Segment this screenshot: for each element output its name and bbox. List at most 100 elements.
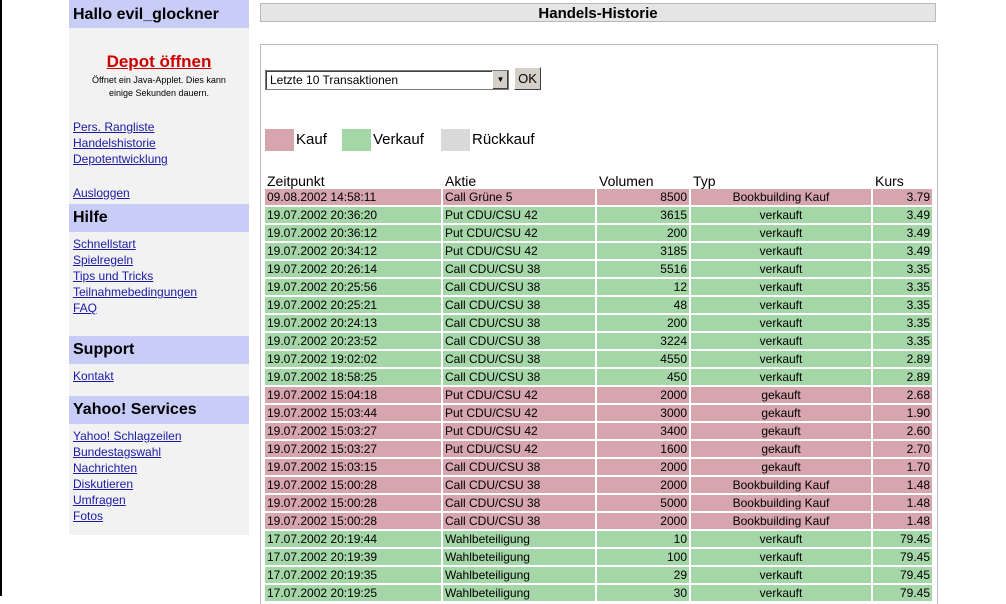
- history-rows: 09.08.2002 14:58:11 Call Grüne 5 8500 Bookb…: [265, 189, 932, 603]
- link-tips[interactable]: Tips und Tricks: [73, 268, 249, 284]
- table-row: 19.07.2002 15:03:27 Put CDU/CSU 42 1600 gek…: [265, 441, 932, 459]
- cell-typ: verkauft: [691, 585, 871, 603]
- link-fotos[interactable]: Fotos: [73, 508, 249, 524]
- cell-aktie: Call CDU/CSU 38: [443, 477, 595, 495]
- hilfe-links: Schnellstart Spielregeln Tips und Tricks…: [69, 236, 249, 316]
- cell-time: 19.07.2002 15:03:44: [265, 405, 441, 423]
- cell-typ: verkauft: [691, 531, 871, 549]
- cell-kurs: 79.45: [873, 531, 932, 549]
- depot-note: Öffnet ein Java-Applet. Dies kann einige…: [69, 74, 249, 100]
- cell-kurs: 1.70: [873, 459, 932, 477]
- cell-typ: Bookbuilding Kauf: [691, 513, 871, 531]
- cell-kurs: 1.48: [873, 495, 932, 513]
- legend-label: Kauf: [296, 131, 327, 148]
- link-schlagzeilen[interactable]: Yahoo! Schlagzeilen: [73, 428, 249, 444]
- cell-volumen: 12: [597, 279, 689, 297]
- cell-kurs: 1.48: [873, 513, 932, 531]
- hilfe-header: Hilfe: [69, 204, 249, 232]
- cell-kurs: 3.49: [873, 225, 932, 243]
- link-bundestagswahl[interactable]: Bundestagswahl: [73, 444, 249, 460]
- table-row: 19.07.2002 15:04:18 Put CDU/CSU 42 2000 gek…: [265, 387, 932, 405]
- link-nachrichten[interactable]: Nachrichten: [73, 460, 249, 476]
- link-umfragen[interactable]: Umfragen: [73, 492, 249, 508]
- cell-time: 19.07.2002 15:00:28: [265, 477, 441, 495]
- depot-note-line: einige Sekunden dauern.: [108, 88, 210, 98]
- chevron-down-icon[interactable]: ▼: [492, 71, 508, 89]
- table-row: 19.07.2002 20:25:56 Call CDU/CSU 38 12 verk…: [265, 279, 932, 297]
- cell-typ: gekauft: [691, 423, 871, 441]
- link-faq[interactable]: FAQ: [73, 300, 249, 316]
- cell-kurs: 3.35: [873, 333, 932, 351]
- cell-typ: gekauft: [691, 459, 871, 477]
- cell-aktie: Call CDU/CSU 38: [443, 279, 595, 297]
- cell-volumen: 3224: [597, 333, 689, 351]
- cell-volumen: 29: [597, 567, 689, 585]
- cell-time: 19.07.2002 15:04:18: [265, 387, 441, 405]
- cell-kurs: 1.48: [873, 477, 932, 495]
- table-row: 19.07.2002 20:36:20 Put CDU/CSU 42 3615 ver…: [265, 207, 932, 225]
- cell-aktie: Call CDU/CSU 38: [443, 333, 595, 351]
- support-header: Support: [69, 336, 249, 364]
- cell-kurs: 2.89: [873, 369, 932, 387]
- cell-time: 19.07.2002 15:00:28: [265, 495, 441, 513]
- ok-button[interactable]: OK: [514, 67, 541, 90]
- cell-aktie: Call CDU/CSU 38: [443, 513, 595, 531]
- cell-time: 19.07.2002 20:36:12: [265, 225, 441, 243]
- cell-kurs: 1.90: [873, 405, 932, 423]
- cell-aktie: Put CDU/CSU 42: [443, 243, 595, 261]
- cell-typ: Bookbuilding Kauf: [691, 477, 871, 495]
- cell-volumen: 450: [597, 369, 689, 387]
- table-row: 19.07.2002 20:25:21 Call CDU/CSU 38 48 verk…: [265, 297, 932, 315]
- cell-volumen: 200: [597, 315, 689, 333]
- link-kontakt[interactable]: Kontakt: [73, 368, 249, 384]
- logout-link[interactable]: Ausloggen: [73, 185, 249, 201]
- transaction-filter-select[interactable]: Letzte 10 Transaktionen ▼: [265, 70, 509, 90]
- table-row: 19.07.2002 18:58:25 Call CDU/CSU 38 450 ver…: [265, 369, 932, 387]
- cell-kurs: 3.79: [873, 189, 932, 207]
- cell-typ: verkauft: [691, 207, 871, 225]
- cell-typ: gekauft: [691, 405, 871, 423]
- legend-label: Verkauf: [373, 131, 424, 148]
- cell-volumen: 3400: [597, 423, 689, 441]
- legend-item-kauf: Kauf: [265, 129, 327, 151]
- cell-typ: verkauft: [691, 279, 871, 297]
- table-row: 17.07.2002 20:19:25 Wahlbeteiligung 30 verk…: [265, 585, 932, 603]
- cell-volumen: 5000: [597, 495, 689, 513]
- table-row: 19.07.2002 15:03:15 Call CDU/CSU 38 2000 ge…: [265, 459, 932, 477]
- cell-typ: verkauft: [691, 567, 871, 585]
- cell-time: 19.07.2002 20:25:56: [265, 279, 441, 297]
- table-row: 17.07.2002 20:19:44 Wahlbeteiligung 10 verk…: [265, 531, 932, 549]
- link-rangliste[interactable]: Pers. Rangliste: [73, 119, 249, 135]
- cell-time: 17.07.2002 20:19:35: [265, 567, 441, 585]
- legend-label: Rückkauf: [472, 131, 535, 148]
- cell-aktie: Wahlbeteiligung: [443, 549, 595, 567]
- link-spielregeln[interactable]: Spielregeln: [73, 252, 249, 268]
- link-teilnahme[interactable]: Teilnahmebedingungen: [73, 284, 249, 300]
- cell-kurs: 3.49: [873, 243, 932, 261]
- cell-aktie: Put CDU/CSU 42: [443, 207, 595, 225]
- cell-kurs: 2.89: [873, 351, 932, 369]
- link-diskutieren[interactable]: Diskutieren: [73, 476, 249, 492]
- cell-kurs: 79.45: [873, 567, 932, 585]
- cell-volumen: 3185: [597, 243, 689, 261]
- link-handelshistorie[interactable]: Handelshistorie: [73, 135, 249, 151]
- link-depotentwicklung[interactable]: Depotentwicklung: [73, 151, 249, 167]
- table-row: 17.07.2002 20:19:39 Wahlbeteiligung 100 ver…: [265, 549, 932, 567]
- link-schnellstart[interactable]: Schnellstart: [73, 236, 249, 252]
- legend-swatch-verkauf: [342, 129, 371, 151]
- cell-kurs: 2.68: [873, 387, 932, 405]
- cell-aktie: Put CDU/CSU 42: [443, 423, 595, 441]
- cell-time: 19.07.2002 20:34:12: [265, 243, 441, 261]
- cell-time: 19.07.2002 20:23:52: [265, 333, 441, 351]
- transaction-filter-value: Letzte 10 Transaktionen: [270, 73, 399, 87]
- table-row: 09.08.2002 14:58:11 Call Grüne 5 8500 Bookb…: [265, 189, 932, 207]
- cell-kurs: 3.35: [873, 315, 932, 333]
- col-header-aktie: Aktie: [445, 173, 477, 189]
- cell-aktie: Call CDU/CSU 38: [443, 495, 595, 513]
- cell-aktie: Put CDU/CSU 42: [443, 405, 595, 423]
- table-row: 19.07.2002 20:34:12 Put CDU/CSU 42 3185 ver…: [265, 243, 932, 261]
- col-header-zeitpunkt: Zeitpunkt: [267, 173, 325, 189]
- cell-volumen: 2000: [597, 459, 689, 477]
- cell-typ: Bookbuilding Kauf: [691, 189, 871, 207]
- open-depot-link[interactable]: Depot öffnen: [107, 52, 212, 71]
